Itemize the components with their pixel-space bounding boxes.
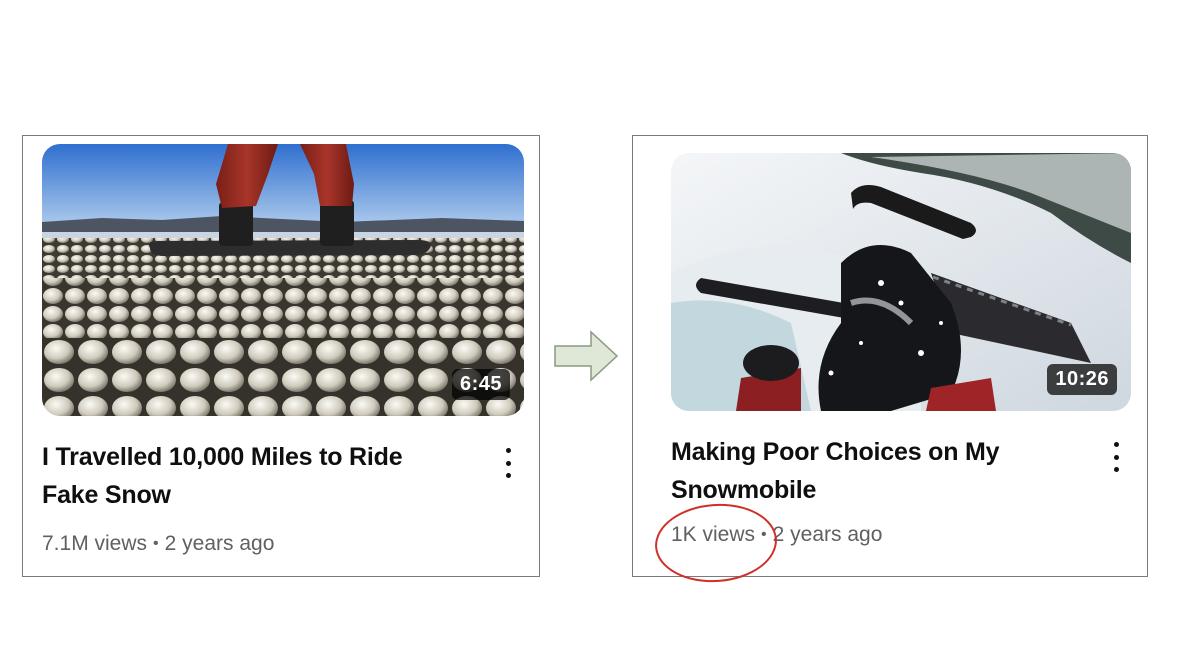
duration-badge: 6:45 (451, 369, 510, 400)
view-count: 7.1M views (42, 532, 148, 555)
more-vert-icon[interactable] (1106, 440, 1126, 474)
right-arrow-icon (554, 330, 619, 382)
video-thumbnail[interactable]: 10:26 (671, 153, 1131, 411)
video-thumbnail[interactable]: 6:45 (42, 144, 524, 416)
meta-separator: • (153, 535, 159, 552)
video-card-before[interactable]: 6:45 I Travelled 10,000 Miles to Ride Fa… (22, 135, 540, 577)
video-title[interactable]: Making Poor Choices on My Snowmobile (671, 433, 1001, 509)
upload-age: 2 years ago (772, 523, 883, 546)
upload-age: 2 years ago (164, 532, 275, 555)
more-vert-icon[interactable] (498, 446, 518, 480)
video-metadata: 7.1M views • 2 years ago (42, 532, 274, 556)
video-title[interactable]: I Travelled 10,000 Miles to Ride Fake Sn… (42, 438, 442, 514)
duration-badge: 10:26 (1047, 364, 1117, 395)
